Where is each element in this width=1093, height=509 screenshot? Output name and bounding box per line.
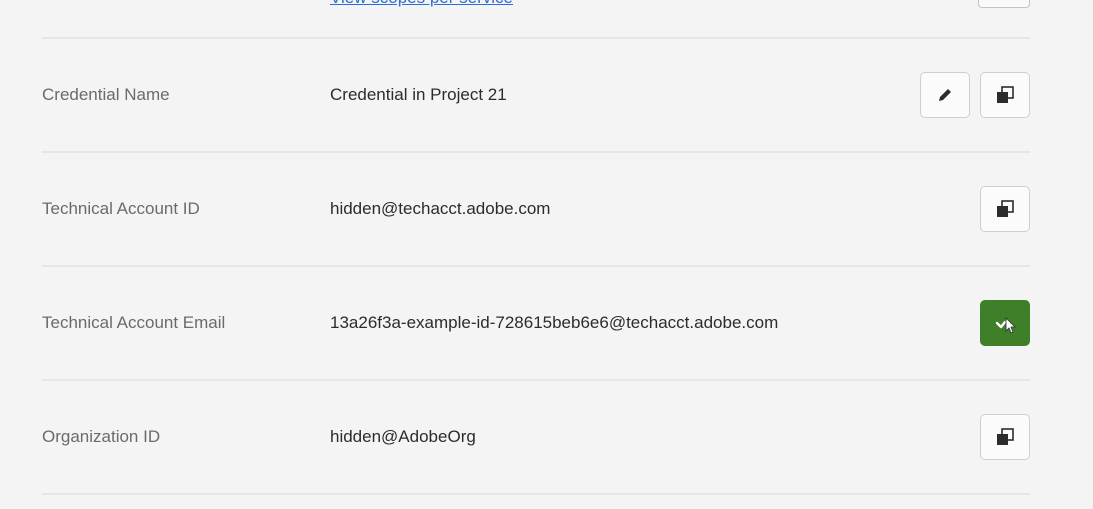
copy-icon xyxy=(994,84,1016,106)
edit-icon xyxy=(935,85,955,105)
technical-account-email-row: Technical Account Email 13a26f3a-example… xyxy=(0,267,1093,379)
credential-name-label: Credential Name xyxy=(42,85,170,104)
copy-technical-account-id-button[interactable] xyxy=(980,186,1030,232)
scopes-row: View scopes per service xyxy=(0,0,1093,38)
organization-id-label: Organization ID xyxy=(42,427,161,446)
scopes-action-button[interactable] xyxy=(978,0,1030,8)
divider xyxy=(42,493,1030,495)
technical-account-email-label: Technical Account Email xyxy=(42,313,226,332)
copy-organization-id-button[interactable] xyxy=(980,414,1030,460)
technical-account-email-value: 13a26f3a-example-id-728615beb6e6@techacc… xyxy=(330,313,779,332)
organization-id-value: hidden@AdobeOrg xyxy=(330,427,476,446)
view-scopes-link[interactable]: View scopes per service xyxy=(330,0,513,8)
technical-account-id-label: Technical Account ID xyxy=(42,199,200,218)
technical-account-id-row: Technical Account ID hidden@techacct.ado… xyxy=(0,153,1093,265)
edit-credential-name-button[interactable] xyxy=(920,72,970,118)
credential-details-panel: View scopes per service Credential Name … xyxy=(0,0,1093,509)
copy-icon xyxy=(994,198,1016,220)
copied-check-icon xyxy=(992,310,1018,336)
organization-id-row: Organization ID hidden@AdobeOrg xyxy=(0,381,1093,493)
copy-icon xyxy=(994,426,1016,448)
technical-account-id-value: hidden@techacct.adobe.com xyxy=(330,199,551,218)
credential-name-row: Credential Name Credential in Project 21 xyxy=(0,39,1093,151)
credential-name-value: Credential in Project 21 xyxy=(330,85,507,104)
copy-technical-account-email-button[interactable] xyxy=(980,300,1030,346)
copy-credential-name-button[interactable] xyxy=(980,72,1030,118)
